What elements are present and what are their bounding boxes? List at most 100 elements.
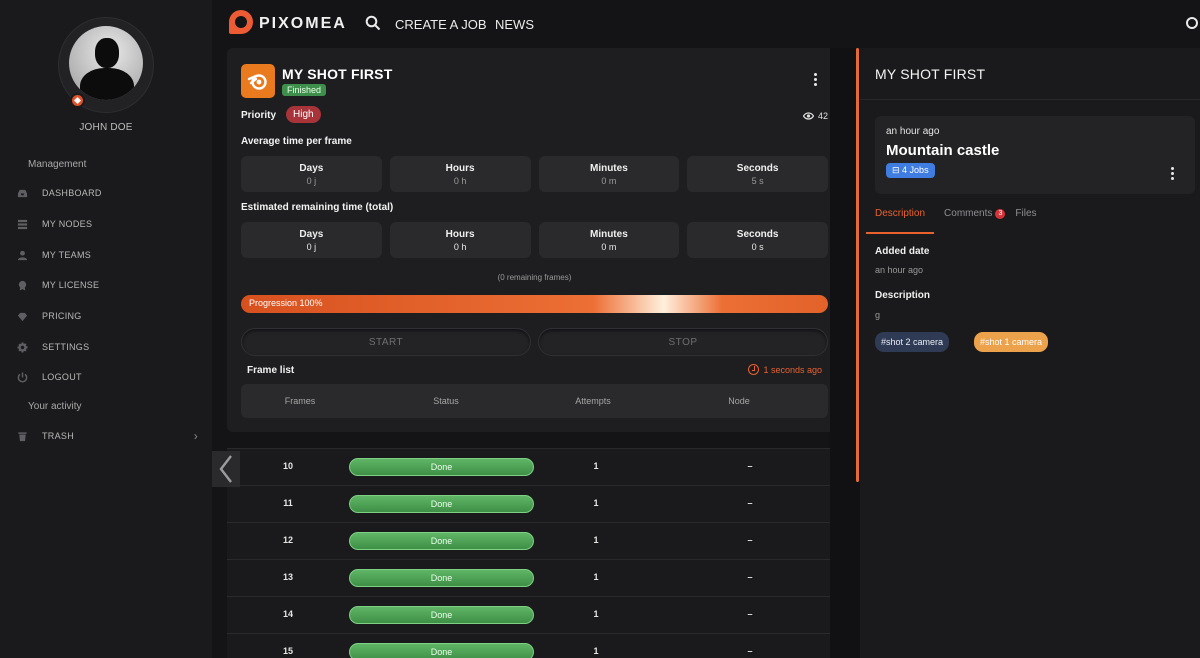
sidebar-item-pricing[interactable]: PRICING [16, 306, 206, 326]
stat-label: Seconds [736, 162, 779, 174]
table-row[interactable]: 12 Done 1 – [227, 522, 842, 559]
est-seconds: Seconds 0 s [687, 222, 828, 258]
table-row[interactable]: 11 Done 1 – [227, 485, 842, 522]
tag-chip[interactable]: #shot 2 camera [875, 332, 950, 352]
project-more-options-icon[interactable] [1171, 167, 1175, 182]
sidebar-item-label: DASHBOARD [42, 188, 102, 198]
sidebar-item-label: LOGOUT [42, 372, 82, 382]
tag-chip[interactable]: #shot 1 camera [974, 332, 1049, 352]
stat-value: 0 h [453, 241, 467, 252]
progress-bar: Progression 100% [241, 295, 828, 313]
nav-create-job[interactable]: CREATE A JOB [395, 17, 487, 32]
tab-description[interactable]: Description [866, 206, 935, 234]
previous-arrow-icon[interactable] [212, 451, 240, 487]
gear-icon [16, 341, 28, 353]
stat-value: 0 j [306, 175, 317, 186]
sidebar-item-my-nodes[interactable]: MY NODES [16, 214, 206, 234]
added-date-label: Added date [875, 246, 930, 257]
project-card[interactable]: an hour ago Mountain castle ⊟ 4 Jobs [875, 116, 1195, 194]
blender-icon [241, 64, 275, 98]
added-date-value: an hour ago [875, 265, 924, 275]
stat-label: Minutes [589, 162, 628, 174]
frame-number: 10 [282, 461, 293, 471]
stat-value: 0 m [601, 241, 617, 252]
priority-label: Priority [241, 110, 277, 121]
sidebar-item-logout[interactable]: LOGOUT [16, 367, 206, 387]
job-title: MY SHOT FIRST [282, 66, 393, 82]
tab-files[interactable]: Files [1015, 206, 1036, 234]
globe-icon[interactable] [1186, 17, 1198, 29]
status-done-badge: Done [349, 606, 534, 624]
sidebar-item-trash[interactable]: TRASH › [16, 426, 206, 446]
frame-list-heading: Frame list [247, 365, 295, 376]
frame-number: 11 [283, 498, 293, 508]
description-label: Description [875, 290, 931, 301]
table-row[interactable]: 13 Done 1 – [227, 559, 842, 596]
nav-news[interactable]: NEWS [495, 17, 534, 32]
table-row[interactable]: 10 Done 1 – [227, 448, 842, 485]
column-header-node[interactable]: Node [679, 396, 799, 406]
avatar [69, 26, 143, 100]
gem-icon [16, 310, 28, 322]
frame-table-body: 10 Done 1 – 11 Done 1 – 12 Done 1 – 13 D… [227, 448, 842, 658]
stat-label: Minutes [589, 228, 628, 240]
sidebar-item-label: MY TEAMS [42, 250, 92, 260]
rank-badge-icon [70, 93, 85, 108]
description-value: g [875, 310, 881, 320]
column-header-status[interactable]: Status [386, 396, 506, 406]
attempts-value: 1 [593, 498, 599, 508]
avg-time-heading: Average time per frame [241, 136, 352, 147]
brand-logo[interactable]: PIXOMEA [229, 9, 347, 39]
sidebar-item-my-license[interactable]: MY LICENSE [16, 275, 206, 295]
column-header-attempts[interactable]: Attempts [533, 396, 653, 406]
job-card: MY SHOT FIRST Finished Priority High 42 … [227, 48, 842, 432]
brand-name: PIXOMEA [259, 15, 347, 32]
sidebar-item-label: MY NODES [42, 219, 93, 229]
stat-value: 0 j [306, 241, 317, 252]
remaining-frames: (0 remaining frames) [497, 273, 572, 282]
panel-divider [860, 99, 1200, 100]
node-value: – [747, 609, 753, 619]
trash-icon [16, 430, 28, 442]
project-time: an hour ago [886, 126, 940, 137]
status-badge: Finished [282, 84, 327, 96]
management-heading: Management [28, 159, 87, 170]
node-value: – [747, 461, 753, 471]
sidebar-item-my-teams[interactable]: MY TEAMS [16, 245, 206, 265]
sidebar-item-settings[interactable]: SETTINGS [16, 337, 206, 357]
stat-value: 0 m [601, 175, 617, 186]
pixomea-logo-icon [229, 9, 253, 39]
tab-comments[interactable]: Comments 3 [944, 206, 1006, 234]
stat-label: Seconds [736, 228, 779, 240]
stat-label: Days [299, 162, 324, 174]
stat-label: Hours [445, 228, 475, 240]
attempts-value: 1 [593, 609, 599, 619]
start-button[interactable]: START [241, 328, 531, 356]
jobs-count-badge[interactable]: ⊟ 4 Jobs [886, 163, 935, 178]
table-row[interactable]: 15 Done 1 – [227, 633, 842, 658]
status-done-badge: Done [349, 569, 534, 587]
table-row[interactable]: 14 Done 1 – [227, 596, 842, 633]
last-update-text: 1 seconds ago [763, 364, 822, 375]
clock-icon [748, 364, 760, 375]
stop-button[interactable]: STOP [538, 328, 828, 356]
stat-label: Hours [445, 162, 475, 174]
search-icon[interactable] [365, 15, 381, 31]
est-time-heading: Estimated remaining time (total) [241, 202, 394, 213]
comments-count-badge: 3 [995, 209, 1006, 219]
column-header-frames[interactable]: Frames [240, 396, 360, 406]
app-root: JOHN DOE Management DASHBOARD MY NODES M… [0, 0, 1200, 658]
stat-label: Days [299, 228, 324, 240]
sidebar-item-dashboard[interactable]: DASHBOARD [16, 183, 206, 203]
sidebar: JOHN DOE Management DASHBOARD MY NODES M… [0, 0, 212, 658]
status-done-badge: Done [349, 643, 534, 658]
activity-heading: Your activity [28, 401, 82, 412]
priority-badge: High [286, 106, 321, 123]
project-name: Mountain castle [886, 142, 1000, 159]
panel-title: MY SHOT FIRST [875, 66, 986, 82]
more-options-icon[interactable] [814, 73, 818, 88]
panel-resize-handle[interactable] [856, 48, 859, 482]
jobs-count-text: 4 Jobs [902, 165, 929, 175]
node-value: – [747, 535, 753, 545]
inbox-icon [16, 187, 28, 199]
